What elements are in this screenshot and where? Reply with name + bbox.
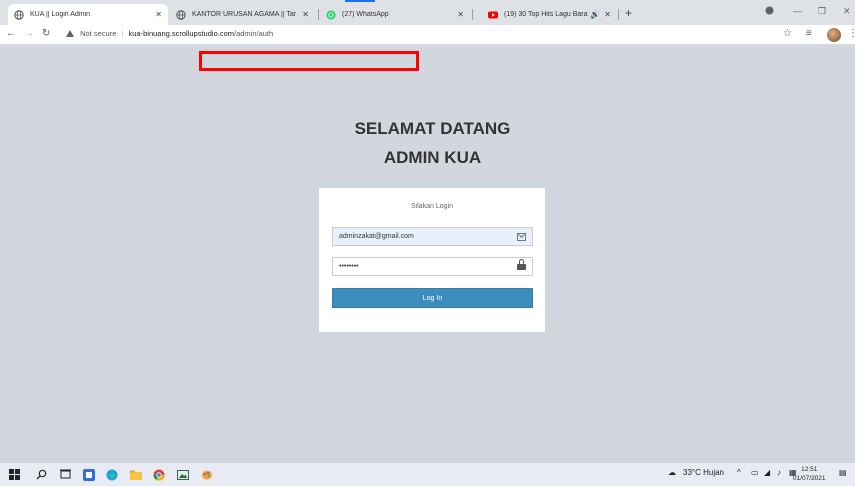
chevron-up-icon[interactable]: ^ bbox=[737, 468, 741, 477]
avatar[interactable] bbox=[827, 28, 841, 42]
tab-title: (27) WhatsApp bbox=[342, 11, 389, 18]
task-view-icon[interactable] bbox=[59, 468, 72, 481]
tab-title: KUA || Login Admin bbox=[30, 11, 91, 18]
envelope-icon bbox=[517, 233, 526, 241]
youtube-icon bbox=[488, 10, 498, 20]
close-tab-icon[interactable]: ✕ bbox=[302, 10, 309, 19]
windows-start-icon[interactable] bbox=[8, 468, 21, 481]
tab-title: (19) 30 Top Hits Lagu Barat 2 bbox=[504, 11, 589, 18]
battery-icon[interactable]: ▭ bbox=[751, 468, 759, 477]
edge-icon[interactable] bbox=[105, 468, 118, 481]
tab-separator bbox=[472, 9, 473, 20]
page-title-line1: SELAMAT DATANG bbox=[354, 119, 511, 138]
url-divider: | bbox=[121, 29, 124, 38]
tab-whatsapp[interactable]: (27) WhatsApp ✕ bbox=[320, 4, 470, 25]
taskbar: ☁ 33°C Hujan ^ ▭ ◢ ♪ ▦ 12:51 01/07/2021 … bbox=[0, 463, 855, 486]
close-tab-icon[interactable]: ✕ bbox=[604, 10, 611, 19]
url-path: /admin/auth bbox=[234, 29, 274, 38]
tab-kantor-urusan-agama[interactable]: KANTOR URUSAN AGAMA || Tar ✕ bbox=[170, 4, 315, 25]
close-tab-icon[interactable]: ✕ bbox=[457, 10, 464, 19]
url-field[interactable]: Not secure | kua-binuang.scrollupstudio.… bbox=[66, 29, 273, 38]
weather-icon: ☁ bbox=[668, 468, 676, 477]
lock-icon bbox=[517, 259, 526, 270]
close-window-button[interactable]: ✕ bbox=[843, 6, 851, 17]
tab-separator bbox=[318, 9, 319, 20]
volume-icon[interactable]: ♪ bbox=[777, 468, 781, 477]
weather-label[interactable]: 33°C Hujan bbox=[683, 468, 724, 477]
email-field[interactable]: adminzakat@gmail.com bbox=[332, 227, 533, 246]
login-message: Silakan Login bbox=[410, 203, 454, 210]
tab-title: KANTOR URUSAN AGAMA || Tar bbox=[192, 11, 297, 18]
maximize-button[interactable]: ❐ bbox=[818, 6, 826, 17]
url-host: kua-binuang.scrollupstudio.com bbox=[128, 29, 234, 38]
login-button[interactable]: Log In bbox=[332, 288, 533, 308]
active-indicator bbox=[345, 0, 375, 2]
chrome-icon[interactable] bbox=[152, 468, 165, 481]
back-arrow-icon[interactable]: ← bbox=[6, 28, 16, 39]
tab-separator bbox=[618, 9, 619, 20]
password-field[interactable]: •••••••• bbox=[332, 257, 533, 276]
network-icon[interactable]: ◢ bbox=[764, 468, 770, 477]
taskbar-app-icon[interactable] bbox=[82, 468, 95, 481]
warning-icon bbox=[66, 30, 74, 37]
forward-arrow-icon[interactable]: → bbox=[24, 28, 34, 39]
speaker-icon[interactable]: 🔊 bbox=[590, 10, 600, 19]
globe-icon bbox=[176, 9, 186, 20]
address-bar-row: ← → ↻ Not secure | kua-binuang.scrollups… bbox=[0, 25, 855, 45]
profile-dot-icon[interactable] bbox=[765, 6, 774, 17]
browser-tab-strip: KUA || Login Admin ✕ KANTOR URUSAN AGAMA… bbox=[0, 0, 855, 25]
notification-icon[interactable]: ▤ bbox=[839, 468, 847, 477]
playlist-icon[interactable]: ≡ bbox=[806, 28, 812, 39]
star-icon[interactable]: ☆ bbox=[783, 28, 792, 39]
search-icon[interactable] bbox=[35, 468, 48, 481]
paint-icon[interactable] bbox=[200, 468, 213, 481]
clock-date: 01/07/2021 bbox=[793, 475, 826, 482]
tab-kua-login[interactable]: KUA || Login Admin ✕ bbox=[8, 4, 168, 25]
close-tab-icon[interactable]: ✕ bbox=[155, 10, 162, 19]
login-card: Silakan Login adminzakat@gmail.com •••••… bbox=[319, 188, 545, 332]
minimize-button[interactable]: — bbox=[793, 6, 802, 16]
clock[interactable]: 12:51 01/07/2021 bbox=[793, 465, 826, 483]
clock-time: 12:51 bbox=[801, 466, 818, 473]
photos-icon[interactable] bbox=[176, 468, 189, 481]
tab-youtube[interactable]: (19) 30 Top Hits Lagu Barat 2 🔊 ✕ bbox=[482, 4, 617, 25]
red-annotation-box bbox=[199, 51, 419, 71]
password-value: •••••••• bbox=[339, 263, 359, 270]
whatsapp-icon bbox=[326, 10, 336, 20]
page-title-line2: ADMIN KUA bbox=[383, 148, 482, 167]
security-label: Not secure bbox=[80, 29, 117, 38]
email-value: adminzakat@gmail.com bbox=[339, 233, 414, 240]
new-tab-button[interactable]: + bbox=[625, 6, 632, 20]
file-explorer-icon[interactable] bbox=[129, 468, 142, 481]
menu-icon[interactable]: ⋮ bbox=[848, 28, 855, 39]
reload-icon[interactable]: ↻ bbox=[42, 28, 50, 39]
globe-icon bbox=[14, 9, 24, 20]
